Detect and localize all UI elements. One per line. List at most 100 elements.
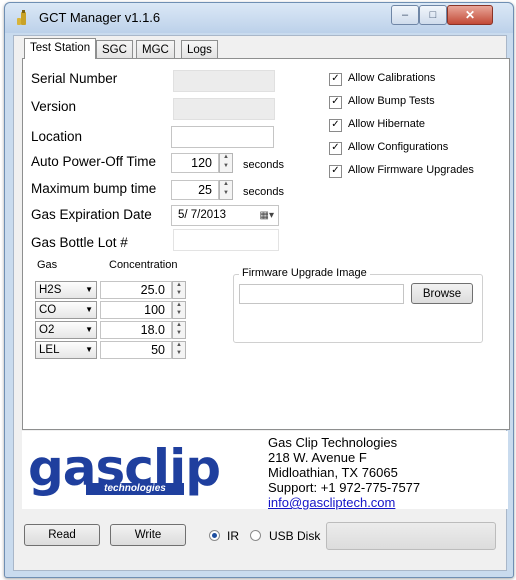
- gas-select[interactable]: O2 ▼: [35, 321, 97, 339]
- seconds-label: seconds: [243, 186, 284, 198]
- company-street: 218 W. Avenue F: [268, 450, 367, 465]
- allow-configurations-checkbox[interactable]: ✓: [329, 142, 342, 155]
- write-button[interactable]: Write: [110, 524, 186, 546]
- chevron-down-icon: ▼: [85, 325, 93, 334]
- spin-down-icon[interactable]: ▼: [173, 350, 185, 358]
- tab-label: Test Station: [30, 42, 91, 54]
- auto-power-off-label: Auto Power-Off Time: [31, 154, 157, 169]
- serial-number-field: [173, 70, 275, 92]
- app-window: GCT Manager v1.1.6 – □ ✕ Test Station SG…: [4, 2, 514, 578]
- spin-up-icon[interactable]: ▲: [173, 302, 185, 310]
- tab-logs[interactable]: Logs: [181, 40, 218, 58]
- max-bump-input[interactable]: 25: [171, 180, 219, 200]
- tab-label: Logs: [187, 44, 212, 56]
- company-city: Midloathian, TX 76065: [268, 465, 398, 480]
- location-label: Location: [31, 129, 83, 144]
- concentration-spinner[interactable]: ▲ ▼: [172, 301, 186, 319]
- maximize-icon: □: [429, 9, 437, 21]
- bottle-lot-label: Gas Bottle Lot #: [31, 235, 128, 250]
- company-support: Support: +1 972-775-7577: [268, 480, 421, 495]
- bottle-lot-input[interactable]: [173, 229, 279, 251]
- concentration-input[interactable]: 25.0: [100, 281, 172, 299]
- tab-test-station[interactable]: Test Station: [24, 38, 97, 59]
- seconds-label: seconds: [243, 159, 284, 171]
- chevron-down-icon: ▼: [85, 345, 93, 354]
- max-bump-label: Maximum bump time: [31, 181, 157, 196]
- ir-label: IR: [227, 529, 239, 543]
- gas-select-value: H2S: [39, 284, 62, 296]
- allow-firmware-upgrades-checkbox[interactable]: ✓: [329, 165, 342, 178]
- minimize-icon: –: [401, 9, 409, 21]
- gas-select-value: CO: [39, 304, 57, 316]
- usb-disk-radio[interactable]: [250, 530, 261, 541]
- close-icon: ✕: [464, 8, 476, 22]
- allow-bump-tests-checkbox[interactable]: ✓: [329, 96, 342, 109]
- serial-number-label: Serial Number: [31, 71, 118, 86]
- read-button[interactable]: Read: [24, 524, 100, 546]
- allow-calibrations-label: Allow Calibrations: [348, 72, 436, 84]
- concentration-input[interactable]: 18.0: [100, 321, 172, 339]
- spin-down-icon[interactable]: ▼: [220, 190, 232, 199]
- gas-select-value: O2: [39, 324, 55, 336]
- branding-panel: gasclip technologies Gas Clip Technologi…: [22, 431, 508, 510]
- auto-power-off-input[interactable]: 120: [171, 153, 219, 173]
- company-email-link[interactable]: info@gascliptech.com: [268, 495, 420, 510]
- company-name: Gas Clip Technologies: [268, 435, 398, 450]
- concentration-spinner[interactable]: ▲ ▼: [172, 341, 186, 359]
- spin-up-icon[interactable]: ▲: [220, 181, 232, 190]
- spin-up-icon[interactable]: ▲: [173, 322, 185, 330]
- firmware-upgrade-label: Firmware Upgrade Image: [239, 267, 370, 279]
- concentration-input[interactable]: 100: [100, 301, 172, 319]
- spin-down-icon[interactable]: ▼: [173, 290, 185, 298]
- spin-up-icon[interactable]: ▲: [173, 282, 185, 290]
- spin-up-icon[interactable]: ▲: [220, 154, 232, 163]
- gas-select-value: LEL: [39, 344, 60, 356]
- tab-mgc[interactable]: MGC: [136, 40, 175, 58]
- concentration-column-header: Concentration: [109, 259, 178, 271]
- usb-disk-label: USB Disk: [269, 529, 321, 543]
- spin-down-icon[interactable]: ▼: [220, 163, 232, 172]
- location-input[interactable]: [171, 126, 274, 148]
- auto-power-off-spinner[interactable]: ▲ ▼: [219, 153, 233, 173]
- allow-hibernate-label: Allow Hibernate: [348, 118, 426, 130]
- gas-expiration-datepicker[interactable]: 5/ 7/2013 ▦▾: [171, 205, 279, 226]
- test-station-panel: Serial Number Version Location Auto Powe…: [22, 58, 510, 430]
- version-field: [173, 98, 275, 120]
- spin-up-icon[interactable]: ▲: [173, 342, 185, 350]
- close-button[interactable]: ✕: [447, 5, 493, 25]
- browse-button[interactable]: Browse: [411, 283, 473, 304]
- gas-select[interactable]: CO ▼: [35, 301, 97, 319]
- spin-down-icon[interactable]: ▼: [173, 330, 185, 338]
- concentration-input[interactable]: 50: [100, 341, 172, 359]
- allow-hibernate-checkbox[interactable]: ✓: [329, 119, 342, 132]
- maximize-button[interactable]: □: [419, 5, 447, 25]
- calendar-icon[interactable]: ▦▾: [260, 207, 274, 225]
- gas-expiration-label: Gas Expiration Date: [31, 207, 152, 222]
- spin-down-icon[interactable]: ▼: [173, 310, 185, 318]
- chevron-down-icon: ▼: [85, 285, 93, 294]
- status-progress-bar: [326, 522, 496, 550]
- tab-label: SGC: [102, 44, 127, 56]
- allow-firmware-upgrades-label: Allow Firmware Upgrades: [348, 164, 474, 176]
- gas-select[interactable]: H2S ▼: [35, 281, 97, 299]
- concentration-spinner[interactable]: ▲ ▼: [172, 281, 186, 299]
- gas-column-header: Gas: [37, 259, 58, 271]
- chevron-down-icon: ▼: [85, 305, 93, 314]
- date-value: 5/ 7/2013: [178, 209, 226, 221]
- title-bar[interactable]: GCT Manager v1.1.6 – □ ✕: [5, 3, 513, 33]
- concentration-spinner[interactable]: ▲ ▼: [172, 321, 186, 339]
- max-bump-spinner[interactable]: ▲ ▼: [219, 180, 233, 200]
- company-info: Gas Clip Technologies 218 W. Avenue F Mi…: [268, 435, 420, 510]
- ir-radio[interactable]: [209, 530, 220, 541]
- tab-label: MGC: [142, 44, 169, 56]
- tab-sgc[interactable]: SGC: [96, 40, 133, 58]
- window-title: GCT Manager v1.1.6: [39, 10, 161, 25]
- firmware-path-input[interactable]: [239, 284, 404, 304]
- client-area: Test Station SGC MGC Logs Serial Number …: [13, 35, 510, 571]
- app-icon: [17, 10, 26, 25]
- gas-select[interactable]: LEL ▼: [35, 341, 97, 359]
- minimize-button[interactable]: –: [391, 5, 419, 25]
- version-label: Version: [31, 99, 77, 114]
- logo-subtitle: technologies: [86, 483, 184, 495]
- allow-calibrations-checkbox[interactable]: ✓: [329, 73, 342, 86]
